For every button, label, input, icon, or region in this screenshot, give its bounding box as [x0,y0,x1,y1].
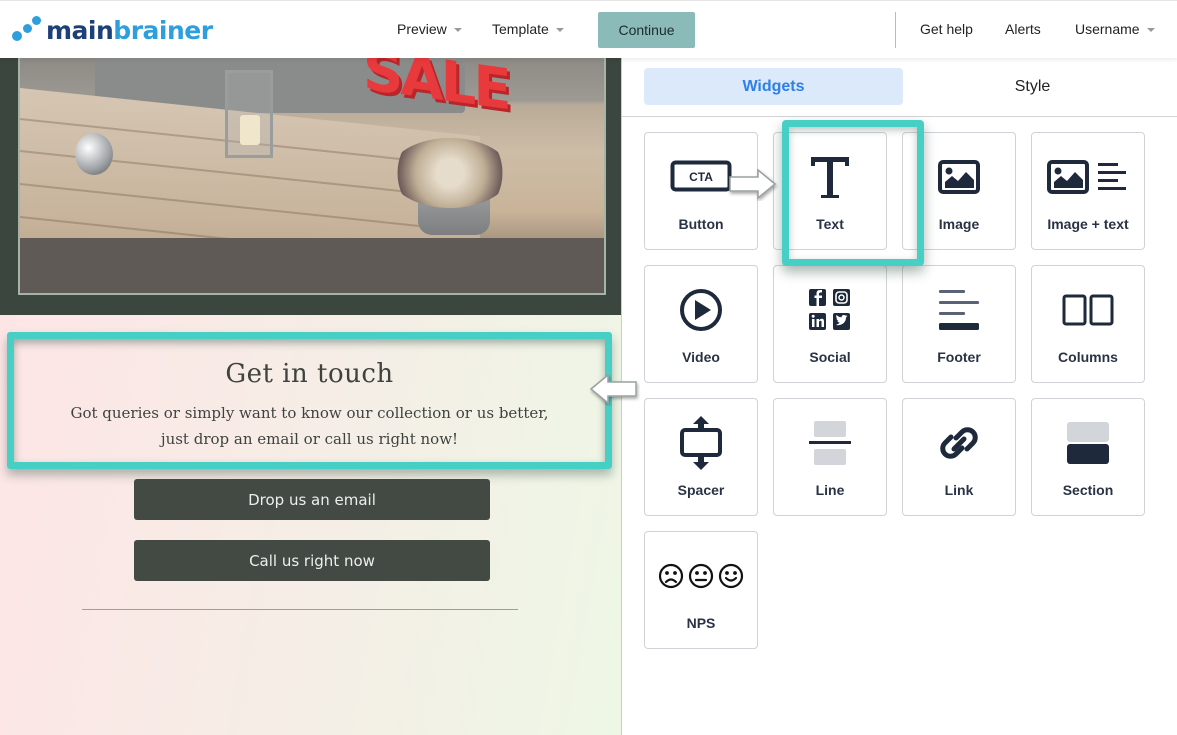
widget-label: Text [816,216,844,232]
widget-line[interactable]: Line [773,398,887,516]
widget-columns[interactable]: Columns [1031,265,1145,383]
widget-link[interactable]: Link [902,398,1016,516]
contact-body: Got queries or simply want to know our c… [14,400,605,452]
email-preview[interactable]: SALE Get in touch Got queries or simply … [0,58,622,735]
widget-label: Image + text [1047,216,1129,232]
contact-body-line: Got queries or simply want to know our c… [70,404,549,422]
pointer-arrow-left-icon [589,373,637,405]
image-sale-text: SALE [363,58,509,124]
image-text-icon [1047,151,1129,203]
widget-label: Video [682,349,720,365]
facebook-icon [809,289,826,306]
username-label: Username [1075,21,1140,37]
footer-icon [937,284,981,336]
social-icons [808,284,852,336]
mainbrainer-logo[interactable]: mainbrainer [10,14,213,46]
hero-image[interactable]: SALE [18,58,606,295]
widget-image[interactable]: Image [902,132,1016,250]
selected-text-block[interactable]: Get in touch Got queries or simply want … [7,332,612,469]
top-header: mainbrainer Preview Template Continue Ge… [0,0,1177,58]
video-play-icon [679,284,723,336]
widget-label: Footer [937,349,981,365]
text-icon [808,151,852,203]
alerts-label: Alerts [1005,21,1041,37]
preview-menu-label: Preview [397,21,447,37]
image-floor [20,238,604,293]
widget-label: NPS [686,615,716,631]
link-icon [937,417,981,469]
widget-label: Line [815,482,845,498]
section-icon [1066,417,1110,469]
chevron-down-icon [1146,27,1155,32]
widgets-panel: Widgets Style CTA Button Text Image Imag… [622,58,1177,735]
hero-image-section[interactable]: SALE [0,58,621,315]
chevron-down-icon [555,27,564,32]
contact-title: Get in touch [225,359,394,389]
widget-label: Columns [1058,349,1118,365]
tab-widgets[interactable]: Widgets [644,68,903,105]
instagram-icon [833,289,850,306]
pointer-arrow-right-icon [729,168,777,200]
image-icon [938,151,980,203]
header-divider [895,12,896,48]
widget-nps[interactable]: NPS [644,531,758,649]
widget-section[interactable]: Section [1031,398,1145,516]
panel-tabs: Widgets Style [622,58,1177,117]
image-silver-pot [75,133,113,175]
widget-label: Spacer [677,482,725,498]
divider-line [82,609,518,610]
username-menu[interactable]: Username [1075,21,1155,37]
widget-label: Section [1062,482,1114,498]
linkedin-icon [809,313,826,330]
widget-label: Button [678,216,724,232]
contact-body-line: just drop an email or call us right now! [160,430,459,448]
columns-icon [1061,284,1115,336]
logo-dots-icon [10,14,44,46]
template-menu[interactable]: Template [492,21,564,37]
widget-text[interactable]: Text [773,132,887,250]
widget-image-text[interactable]: Image + text [1031,132,1145,250]
image-lantern [225,70,273,158]
image-flowers [390,138,510,208]
template-menu-label: Template [492,21,549,37]
widget-footer[interactable]: Footer [902,265,1016,383]
tab-style[interactable]: Style [903,68,1162,105]
line-icon [808,417,852,469]
widget-label: Social [809,349,851,365]
widget-label: Image [938,216,980,232]
widget-label: Link [944,482,974,498]
email-cta-button[interactable]: Drop us an email [134,479,490,520]
svg-text:CTA: CTA [689,170,713,184]
widget-spacer[interactable]: Spacer [644,398,758,516]
continue-button[interactable]: Continue [598,12,695,48]
get-help-label: Get help [920,21,973,37]
call-cta-button[interactable]: Call us right now [134,540,490,581]
spacer-icon [679,416,723,470]
twitter-icon [833,313,850,330]
widget-video[interactable]: Video [644,265,758,383]
widget-social[interactable]: Social [773,265,887,383]
nps-faces-icon [658,550,744,602]
alerts-link[interactable]: Alerts [1005,21,1041,37]
get-help-link[interactable]: Get help [920,21,973,37]
chevron-down-icon [453,27,462,32]
contact-section[interactable]: Get in touch Got queries or simply want … [0,315,621,735]
cta-button-icon: CTA [670,151,732,203]
preview-menu[interactable]: Preview [397,21,462,37]
logo-text: mainbrainer [46,15,213,45]
